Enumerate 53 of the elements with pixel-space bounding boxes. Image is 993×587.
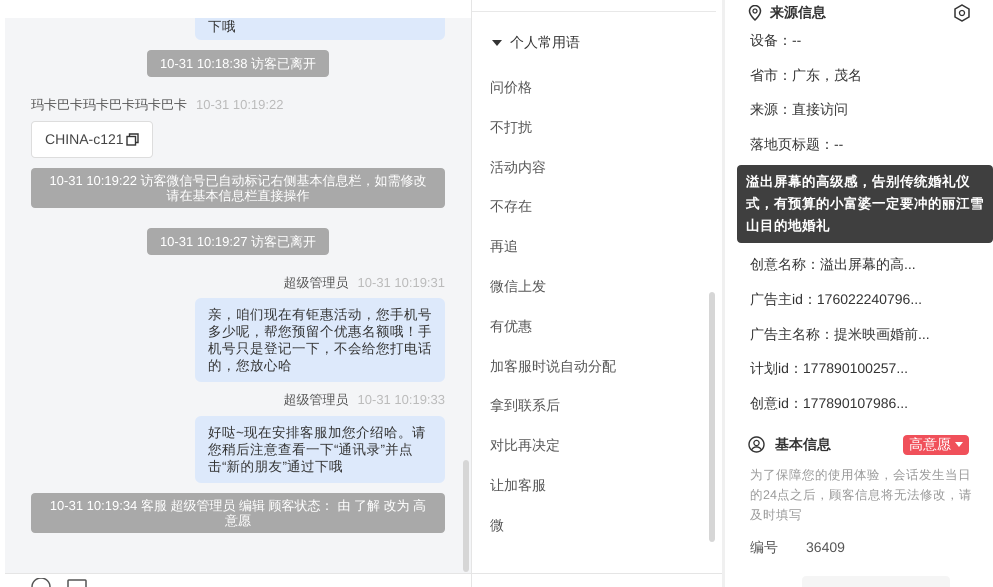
phrase-item[interactable]: 不打扰 — [490, 108, 532, 148]
info-row-text: 创意id：177890107986... — [750, 394, 908, 413]
tooltip: 溢出屏幕的高级感，告别传统婚礼仪式，有预算的小富婆一定要冲的丽江雪山目的地婚礼 — [737, 165, 993, 244]
phrase-item[interactable]: 让加客服 — [490, 466, 546, 506]
scrollbar-thumb[interactable] — [463, 460, 469, 572]
location-pin-icon — [748, 4, 762, 20]
sender-name: 玛卡巴卡玛卡巴卡玛卡巴卡 — [31, 96, 187, 114]
phrase-item[interactable]: 加客服时说自动分配 — [490, 346, 616, 386]
sender-name: 超级管理员 — [284, 274, 349, 292]
info-row-text: 计划id：177890100257... — [750, 359, 908, 378]
phrase-item[interactable]: 不存在 — [490, 187, 532, 228]
caret-down-icon — [492, 40, 502, 46]
system-notice: 10-31 10:19:27 访客已离开 — [147, 228, 329, 254]
message-time: 10-31 10:19:31 — [358, 274, 445, 292]
info-row-text: 广告主名称：提米映画婚前... — [750, 324, 930, 344]
field-value: 36409 — [806, 538, 845, 558]
user-circle-icon — [748, 436, 765, 454]
field-label: 编号 — [750, 538, 778, 558]
phrase-item[interactable]: 有优惠 — [490, 306, 532, 347]
hexagon-icon[interactable] — [953, 4, 971, 22]
section-title: 来源信息 — [770, 3, 826, 22]
info-row-text: 来源：直接访问 — [750, 100, 848, 120]
intent-dropdown[interactable]: 高意愿 — [903, 434, 969, 455]
info-row-text: 省市：广东，茂名 — [750, 66, 862, 85]
phrase-item[interactable]: 活动内容 — [490, 148, 546, 188]
info-row-text: 广告主id：176022240796... — [750, 290, 922, 309]
phrase-item[interactable]: 微信上发 — [490, 266, 546, 307]
hint-text: 为了保障您的使用体验，会话发生当日的24点之后，顾客信息将无法修改，请及时填写 — [749, 467, 973, 524]
caret-down-icon — [955, 442, 963, 448]
system-notice: 10-31 10:19:22 访客微信号已自动标记右侧基本信息栏，如需修改请在基本信息栏直接操作 — [31, 168, 445, 208]
phrase-item[interactable]: 问价格 — [490, 68, 532, 108]
system-notice: 10-31 10:18:38 访客已离开 — [147, 50, 329, 77]
info-row-text: 落地页标题：-- — [750, 134, 844, 154]
scrollbar-thumb[interactable] — [709, 292, 715, 542]
phrase-item[interactable]: 再追 — [490, 227, 518, 267]
info-row-text: 设备：-- — [750, 31, 802, 50]
message-bubble: 好哒~现在安排客服加您介绍哈。请您稍后注意查看一下“通讯录”并点击“新的朋友”通过下哦 — [195, 416, 445, 482]
sender-name: 超级管理员 — [284, 391, 349, 409]
phrase-item[interactable]: 拿到联系后 — [490, 386, 560, 426]
message-bubble: 下哦 — [195, 18, 445, 40]
message-time: 10-31 10:19:33 — [358, 391, 445, 409]
card-text: CHINA-c121 — [45, 130, 124, 148]
emoji-icon[interactable] — [31, 578, 51, 587]
image-icon[interactable] — [67, 579, 87, 587]
phrase-item[interactable]: 对比再决定 — [490, 426, 560, 466]
copy-icon[interactable] — [126, 132, 139, 146]
info-row-text: 创意名称：溢出屏幕的高... — [750, 255, 916, 274]
message-bubble: 亲，咱们现在有钜惠活动，您手机号多少呢，帮您预留个优惠名额哦！手机号只是登记一下，不会给您打电话的，您放心哈 — [195, 298, 445, 382]
phrase-item[interactable]: 微 — [490, 506, 504, 546]
message-time: 10-31 10:19:22 — [196, 96, 284, 114]
system-notice: 10-31 10:19:34 客服 超级管理员 编辑 顾客状态： 由 了解 改为 高意愿 — [31, 492, 445, 532]
phrase-group-toggle[interactable]: 个人常用语 — [492, 32, 580, 53]
section-title: 基本信息 — [775, 435, 831, 454]
